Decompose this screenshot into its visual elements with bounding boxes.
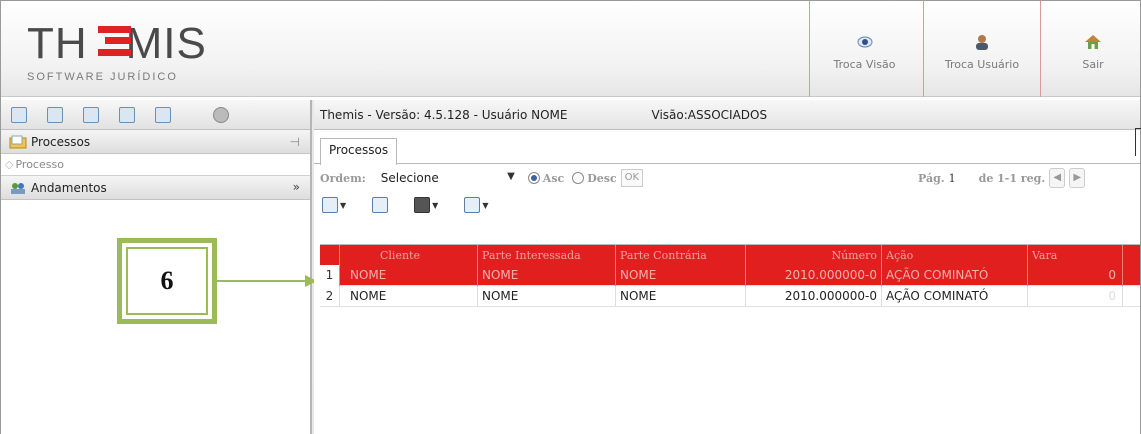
themis-logo: TH MIS SOFTWARE JURÍDICO (13, 9, 243, 91)
desc-label: Desc (587, 171, 617, 185)
edit-icon (464, 197, 481, 213)
edit-button[interactable]: ▼ (464, 197, 488, 213)
table-row[interactable]: 2 NOME NOME NOME 2010.000000-0 AÇÃO COMI… (320, 285, 1140, 307)
desc-radio[interactable] (572, 172, 585, 184)
dropdown-arrow-icon: ▼ (482, 200, 489, 210)
prev-page-button[interactable]: ◀ (1049, 168, 1066, 188)
print-button[interactable]: ▼ (322, 197, 346, 213)
binoculars-icon (414, 197, 431, 213)
list-icon[interactable] (119, 106, 135, 123)
chevron-right-icon[interactable]: » (293, 180, 300, 194)
cell-numero: 2010.000000-0 (746, 264, 882, 286)
layout-icon[interactable] (11, 106, 27, 123)
col-header-numero[interactable]: Número (746, 245, 882, 265)
cell-parte-contraria: NOME (616, 264, 746, 286)
col-header-vara[interactable]: Vara (1028, 245, 1123, 265)
troca-usuario-label: Troca Usuário (944, 58, 1020, 71)
table-icon[interactable] (155, 106, 171, 123)
ok-button[interactable]: OK (620, 169, 644, 187)
annotation-callout: 6 (117, 238, 217, 324)
sair-label: Sair (1082, 58, 1104, 71)
cell-vara: 0 (1028, 264, 1123, 286)
ordem-select[interactable]: Selecione ▼ (373, 168, 520, 188)
eye-icon (857, 36, 872, 48)
row-index: 2 (320, 285, 340, 307)
page-input[interactable]: 1 (949, 172, 979, 185)
asc-label: Asc (542, 171, 565, 185)
cell-cliente: NOME (340, 285, 478, 307)
cell-acao: AÇÃO COMINATÓ (882, 285, 1028, 307)
processos-grid: Cliente Parte Interessada Parte Contrári… (320, 244, 1140, 434)
troca-usuario-button[interactable]: Troca Usuário (923, 1, 1041, 97)
grid-header: Cliente Parte Interessada Parte Contrári… (320, 245, 1140, 265)
left-toolbar (1, 100, 310, 130)
cell-cliente: NOME (340, 264, 478, 286)
version-bar: Themis - Versão: 4.5.128 - Usuário NOME … (314, 100, 1140, 130)
pin-icon[interactable]: ⊣ (290, 135, 300, 149)
grid-view-icon[interactable] (47, 106, 63, 123)
search-button[interactable]: ▼ (414, 197, 438, 213)
people-icon (11, 182, 25, 194)
document-button[interactable] (372, 197, 389, 213)
col-header-parte-contraria[interactable]: Parte Contrária (616, 245, 746, 265)
section-processos-label: Processos (31, 134, 91, 149)
col-header-index (320, 245, 340, 265)
row-index: 1 (320, 264, 340, 286)
user-icon (976, 35, 988, 50)
version-text: Themis - Versão: 4.5.128 - Usuário NOME (320, 107, 568, 122)
col-header-acao[interactable]: Ação (882, 245, 1028, 265)
next-page-button[interactable]: ▶ (1069, 168, 1086, 188)
sidebar-item-processo[interactable]: ◇ Processo (1, 154, 310, 176)
pag-label: Pág. (918, 171, 945, 185)
cell-parte-interessada: NOME (478, 264, 616, 286)
cell-numero: 2010.000000-0 (746, 285, 882, 307)
col-header-parte-interessada[interactable]: Parte Interessada (478, 245, 616, 265)
logo-e-mark (98, 26, 131, 56)
app-header: TH MIS SOFTWARE JURÍDICO Troca Visão Troc… (1, 1, 1140, 97)
dropdown-arrow-icon: ▼ (340, 200, 347, 210)
col-header-cliente[interactable]: Cliente (340, 245, 478, 265)
folder-icon (9, 135, 27, 148)
dropdown-arrow-icon: ▼ (432, 200, 439, 210)
section-andamentos[interactable]: Andamentos » (1, 176, 310, 200)
cell-vara: 0 (1028, 285, 1123, 307)
home-icon (1085, 35, 1101, 49)
tab-row: Processos (314, 130, 1140, 165)
panel-edge (1135, 128, 1141, 156)
ordem-select-value: Selecione (380, 171, 439, 185)
table-row[interactable]: 1 NOME NOME NOME 2010.000000-0 AÇÃO COMI… (320, 264, 1140, 286)
tab-processos[interactable]: Processos (320, 138, 398, 165)
filter-row: Ordem: Selecione ▼ Asc Desc OK Pág. 1 de… (314, 164, 1140, 192)
pag-range: de 1-1 reg. (978, 171, 1046, 185)
troca-visao-label: Troca Visão (833, 58, 896, 71)
dropdown-arrow-icon: ▼ (507, 171, 515, 182)
document-icon (372, 197, 389, 213)
cell-parte-contraria: NOME (616, 285, 746, 307)
callout-number: 6 (126, 247, 208, 315)
cell-acao: AÇÃO COMINATÓ (882, 264, 1028, 286)
split-icon[interactable] (83, 106, 99, 123)
ordem-label: Ordem: (320, 171, 366, 185)
section-processos[interactable]: Processos ⊣ (1, 130, 310, 154)
troca-visao-button[interactable]: Troca Visão (809, 1, 919, 97)
sidebar-item-processo-label: Processo (15, 158, 64, 171)
asc-radio[interactable] (527, 172, 540, 184)
visao-text: Visão:ASSOCIADOS (651, 107, 768, 122)
settings-icon[interactable] (213, 106, 229, 123)
section-andamentos-label: Andamentos (31, 180, 107, 195)
printer-icon (322, 197, 338, 213)
diamond-icon: ◇ (5, 158, 14, 171)
action-toolbar: ▼ ▼ ▼ (314, 192, 1140, 218)
callout-arrow-line (217, 280, 309, 282)
logo-subtitle: SOFTWARE JURÍDICO (27, 71, 178, 83)
sair-button[interactable]: Sair (1045, 1, 1141, 97)
pagination: Pág. 1 de 1-1 reg. ◀ ▶ (918, 168, 1086, 188)
cell-parte-interessada: NOME (478, 285, 616, 307)
